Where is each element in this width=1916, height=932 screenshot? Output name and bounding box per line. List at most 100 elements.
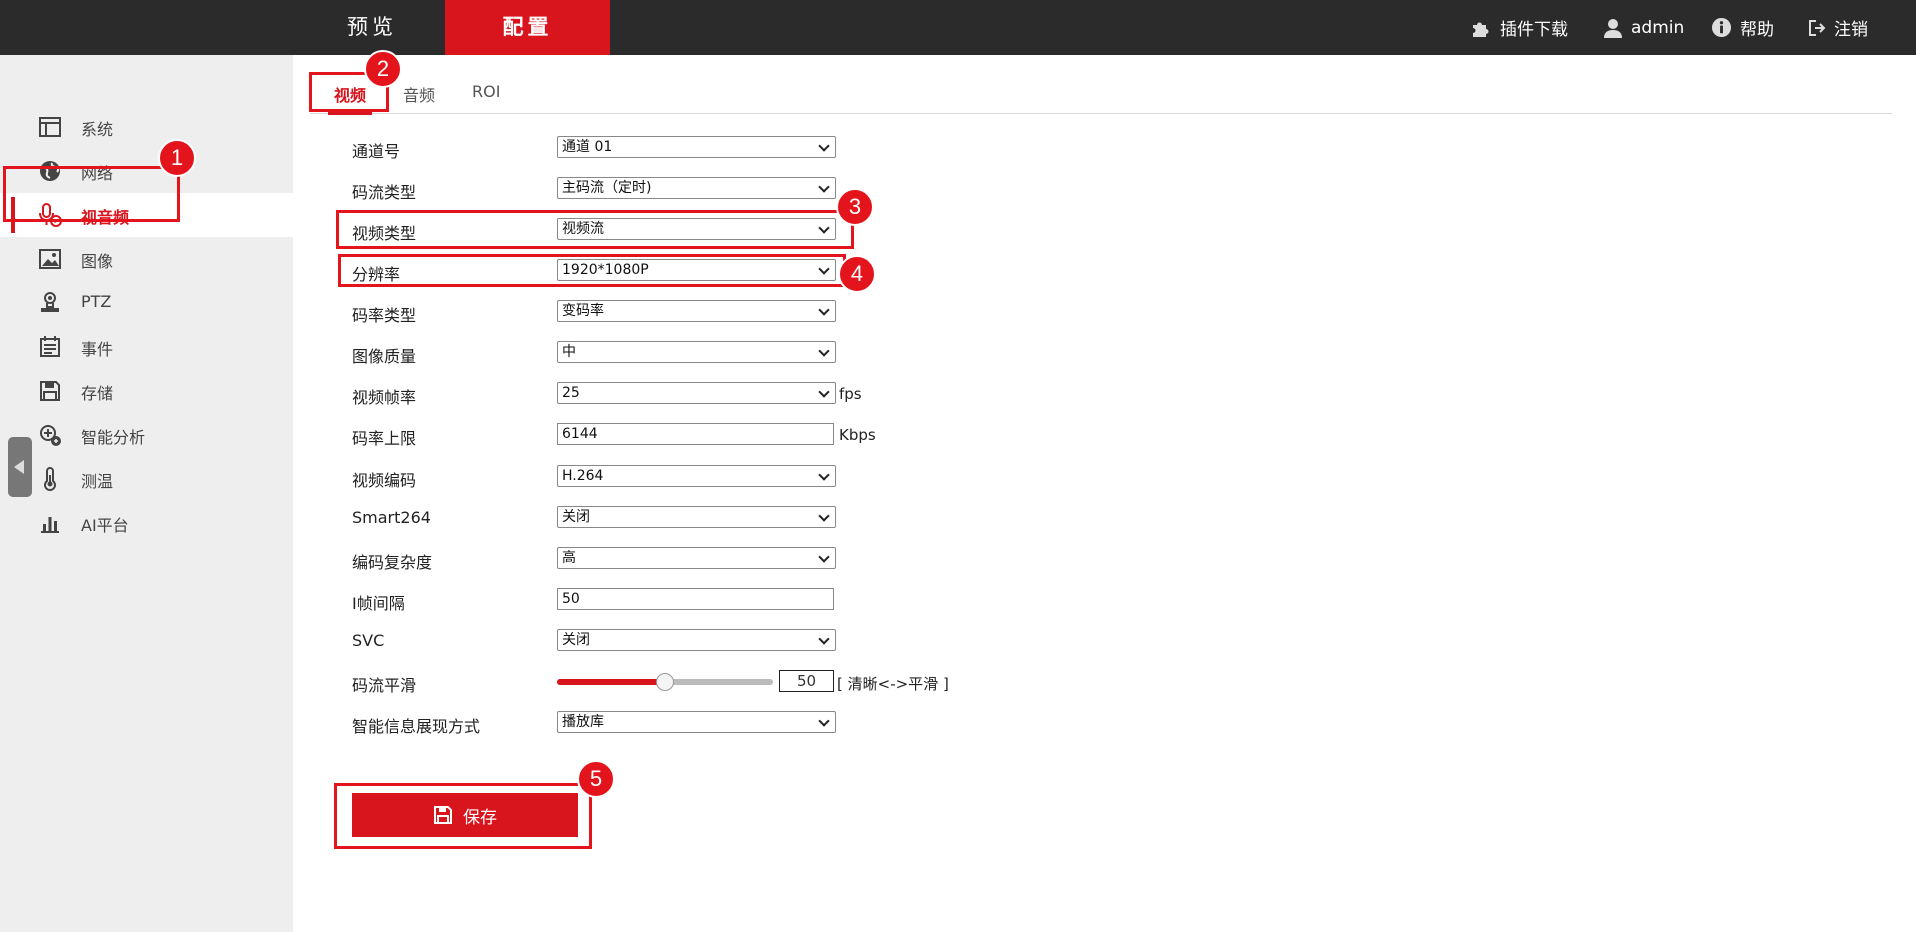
sidebar-item-label: 视音频 [81,208,130,227]
smoothing-value-box[interactable]: 50 [779,670,834,692]
bitrate-type-select[interactable]: 变码率 [557,300,836,322]
logout-icon [1809,19,1826,36]
smart-info-select[interactable]: 播放库 [557,711,836,733]
sidebar-item-ptz[interactable]: PTZ [0,281,293,325]
sidebar-item-storage[interactable]: 存储 [0,369,293,413]
resolution-label: 分辨率 [352,265,401,284]
form-row-video-type: 视频类型 视频流 [352,216,1052,244]
frame-rate-unit: fps [839,385,862,403]
form-row-smoothing: 码流平滑 50 [ 清晰<->平滑 ] [352,668,1052,696]
form-row-frame-rate: 视频帧率 25 fps [352,380,1052,408]
info-icon [1711,17,1732,38]
sidebar-item-thermometry[interactable]: 测温 [0,457,293,501]
smoothing-slider[interactable] [557,673,773,691]
form-row-bitrate-type: 码率类型 变码率 [352,298,1052,326]
svc-select[interactable]: 关闭 [557,629,836,651]
smart264-label: Smart264 [352,508,431,527]
channel-label: 通道号 [352,142,401,161]
sidebar: 系统 网络 视音频 图像 PTZ 事件 存储 智能分析 测温 AI平台 [0,55,293,932]
image-icon [39,249,61,269]
i-frame-interval-input[interactable]: 50 [557,588,834,610]
username-label: admin [1631,17,1685,38]
smart264-select[interactable]: 关闭 [557,506,836,528]
puzzle-icon [1473,22,1489,37]
image-quality-label: 图像质量 [352,347,417,366]
max-bitrate-unit: Kbps [839,426,876,444]
user-menu[interactable]: admin [1603,0,1684,55]
sidebar-item-label: 系统 [81,120,114,139]
complexity-select[interactable]: 高 [557,547,836,569]
step-badge-1: 1 [158,139,196,177]
tab-audio[interactable]: 音频 [403,82,435,106]
complexity-label: 编码复杂度 [352,553,433,572]
form-row-stream-type: 码流类型 主码流（定时) [352,175,1052,203]
sidebar-item-network[interactable]: 网络 [0,149,293,193]
form-row-svc: SVC 关闭 [352,627,1052,655]
smart-info-label: 智能信息展现方式 [352,717,481,736]
resolution-select[interactable]: 1920*1080P [557,259,836,281]
form-row-video-encoding: 视频编码 H.264 [352,463,1052,491]
sidebar-item-label: 测温 [81,472,114,491]
bitrate-type-label: 码率类型 [352,306,417,325]
sidebar-item-ai-platform[interactable]: AI平台 [0,501,293,545]
system-icon [39,117,61,137]
sidebar-item-label: 智能分析 [81,428,146,447]
help-link[interactable]: 帮助 [1711,0,1774,55]
sidebar-item-smart-analysis[interactable]: 智能分析 [0,413,293,457]
sidebar-item-image[interactable]: 图像 [0,237,293,281]
sidebar-item-label: PTZ [81,292,112,311]
sidebar-item-system[interactable]: 系统 [0,105,293,149]
form-row-image-quality: 图像质量 中 [352,339,1052,367]
save-icon [40,381,60,401]
microphone-icon [39,203,62,227]
step-badge-4: 4 [838,255,876,293]
channel-select[interactable]: 通道 01 [557,136,836,158]
step-badge-3: 3 [836,188,874,226]
tab-video[interactable]: 视频 [327,82,373,115]
i-frame-interval-label: I帧间隔 [352,594,405,613]
sidebar-item-label: 存储 [81,384,114,403]
stream-type-label: 码流类型 [352,183,417,202]
logout-link[interactable]: 注销 [1808,0,1868,55]
save-button[interactable]: 保存 [352,793,578,837]
globe-icon [40,161,60,181]
form-row-max-bitrate: 码率上限 6144 Kbps [352,421,1052,449]
video-encoding-label: 视频编码 [352,471,417,490]
form-row-smart-info: 智能信息展现方式 播放库 [352,709,1052,737]
video-type-label: 视频类型 [352,224,417,243]
calendar-icon [40,336,60,357]
sidebar-item-label: AI平台 [81,516,129,535]
video-encoding-select[interactable]: H.264 [557,465,836,487]
sidebar-item-label: 网络 [81,164,114,183]
stream-type-select[interactable]: 主码流（定时) [557,177,836,199]
max-bitrate-input[interactable]: 6144 [557,423,834,445]
sidebar-item-event[interactable]: 事件 [0,325,293,369]
form-row-channel: 通道号 通道 01 [352,134,1052,162]
help-label: 帮助 [1740,20,1774,40]
sub-tab-bar: 视频 音频 ROI [310,72,1892,115]
plugin-download-link[interactable]: 插件下载 [1470,0,1568,55]
form-row-i-frame-interval: I帧间隔 50 [352,586,1052,614]
sidebar-item-video-audio[interactable]: 视音频 [0,193,293,237]
step-badge-5: 5 [577,760,615,798]
svc-label: SVC [352,631,385,650]
frame-rate-label: 视频帧率 [352,388,417,407]
user-icon [1604,18,1622,38]
form-row-complexity: 编码复杂度 高 [352,545,1052,573]
plugin-download-label: 插件下载 [1500,20,1568,40]
video-type-select[interactable]: 视频流 [557,218,836,240]
frame-rate-select[interactable]: 25 [557,382,836,404]
image-quality-select[interactable]: 中 [557,341,836,363]
tab-roi[interactable]: ROI [472,82,500,101]
nav-tab-preview[interactable]: 预览 [298,0,446,55]
sidebar-collapse-handle[interactable] [8,437,32,497]
nav-tab-config[interactable]: 配置 [445,0,610,55]
bar-chart-icon [41,517,59,533]
sidebar-item-label: 图像 [81,252,114,271]
thermometer-icon [44,467,56,491]
smoothing-hint: [ 清晰<->平滑 ] [837,675,949,693]
smoothing-label: 码流平滑 [352,676,417,695]
smoothing-slider-handle[interactable] [656,673,674,691]
smoothing-slider-fill [557,679,665,685]
logout-label: 注销 [1834,20,1868,40]
